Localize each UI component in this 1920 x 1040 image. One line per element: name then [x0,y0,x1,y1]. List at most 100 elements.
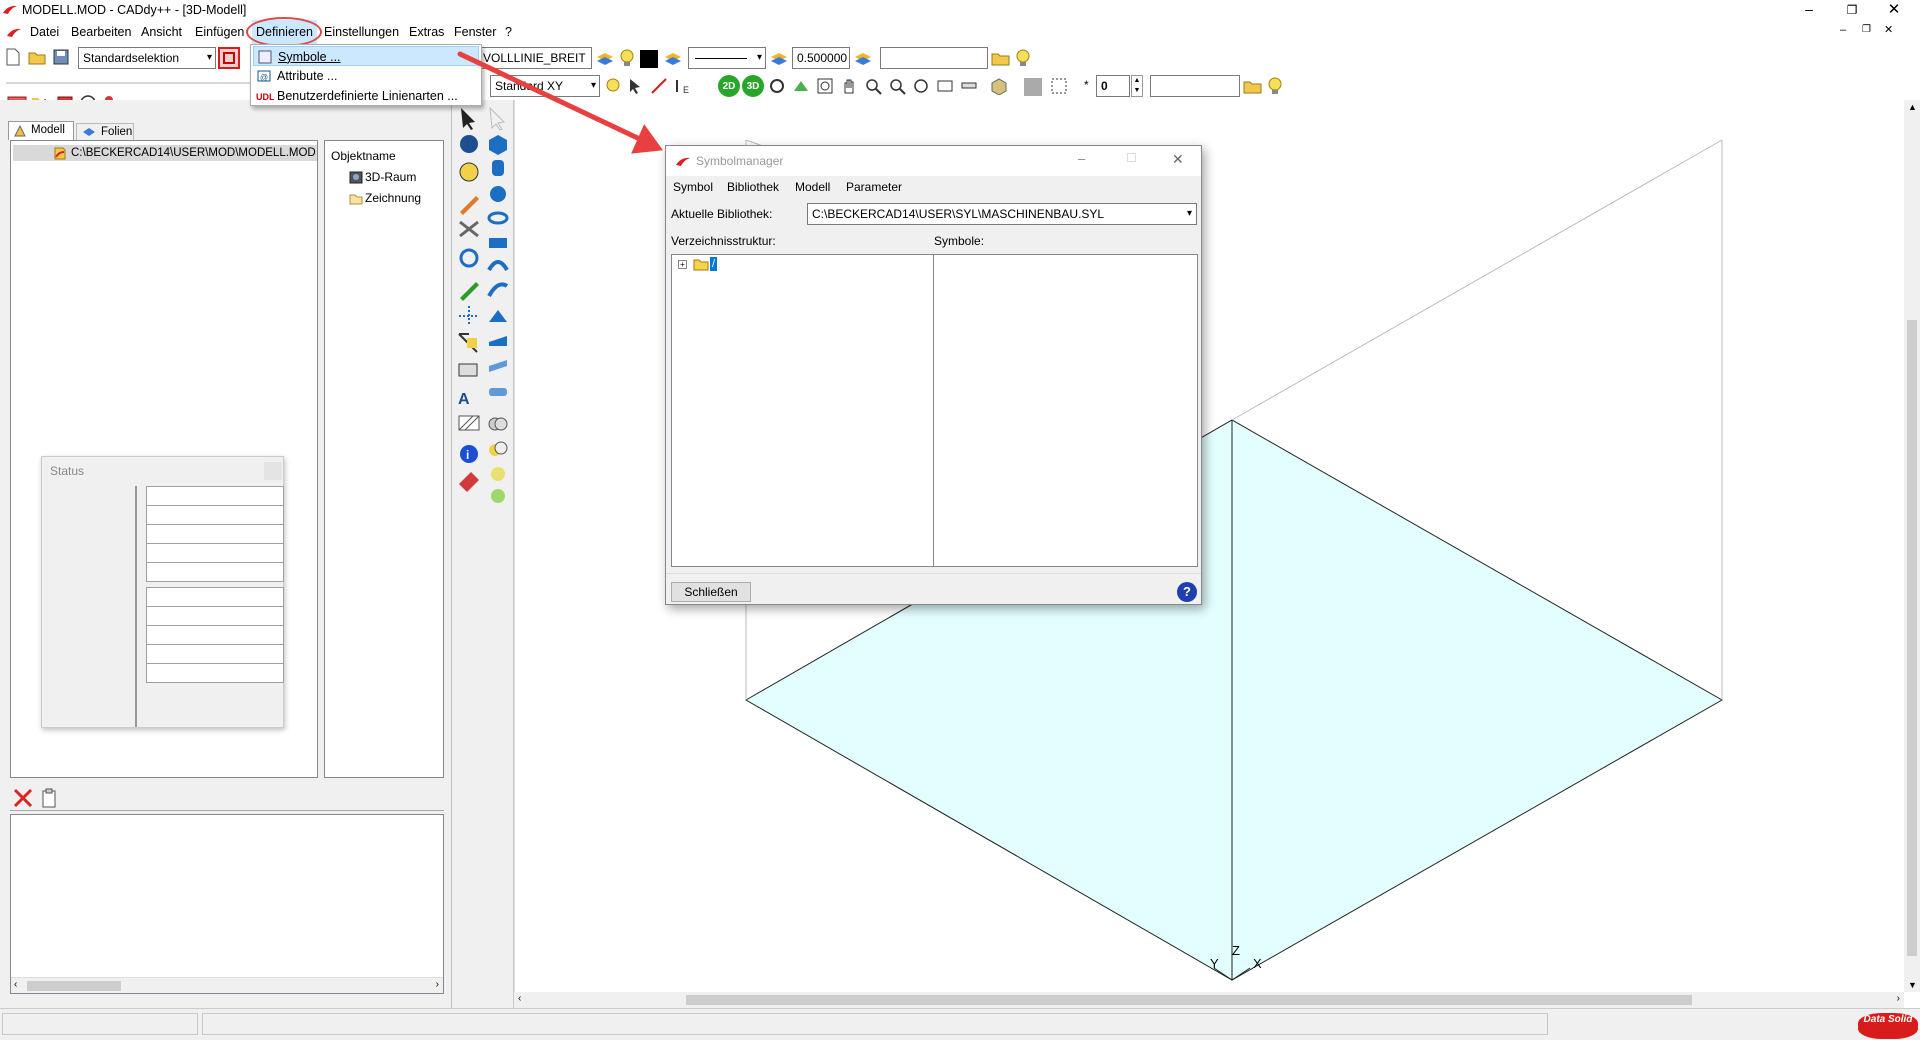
perspective-icon[interactable] [790,75,812,97]
menu-extras[interactable]: Extras [405,20,448,44]
tools-icon[interactable] [459,220,479,238]
dimension-tool-icon[interactable] [459,306,479,326]
dialog-minimize-icon[interactable]: – [1078,151,1085,166]
dialog-menu-bibliothek[interactable]: Bibliothek [727,180,779,194]
object-item-3d-raum[interactable]: 3D-Raum [349,170,416,184]
gray-swatch[interactable] [1024,78,1042,96]
clipboard-icon[interactable] [38,787,60,809]
save-icon[interactable] [50,46,72,68]
tree-folder-icon[interactable] [693,257,709,271]
menu-einstellungen[interactable]: Einstellungen [320,20,403,44]
cone-tool-icon[interactable] [489,310,507,322]
ruler-icon[interactable] [958,75,980,97]
help-icon[interactable]: ? [1177,582,1197,602]
menu-item-symbole[interactable]: Symbole ... [253,46,479,66]
tree-root-item[interactable]: C:\BECKERCAD14\USER\MOD\MODELL.MOD [13,145,317,161]
scroll-down-icon[interactable]: ▼ [1908,980,1917,990]
mdi-minimize-icon[interactable]: – [1840,24,1846,36]
boolean-subtract-icon[interactable] [489,441,508,456]
minimize-icon[interactable]: – [1795,0,1823,20]
viewport-vscrollbar[interactable]: ▲ ▼ [1904,100,1920,992]
wedge-tool-icon[interactable] [489,336,507,346]
scroll-left-icon[interactable]: ‹ [14,979,17,990]
measure-tool-icon[interactable] [458,363,478,377]
object-item-zeichnung[interactable]: Zeichnung [349,191,421,205]
menu-item-linienarten[interactable]: UDL Benutzerdefinierte Linienarten ... [253,86,479,106]
layer-name-field[interactable] [880,47,988,69]
menu-item-attribute[interactable]: @ Attribute ... [253,66,479,86]
library-dropdown[interactable]: C:\BECKERCAD14\USER\SYL\MASCHINENBAU.SYL… [807,203,1197,225]
symbols-list[interactable] [933,254,1198,567]
ring-tool-icon[interactable] [487,260,509,272]
menu-help[interactable]: ? [501,20,516,44]
delete-cross-icon[interactable] [12,787,34,809]
cycle-tool-icon[interactable] [459,248,479,268]
open-folder-icon[interactable] [26,46,48,68]
lightbulb-icon-3[interactable] [1264,75,1286,97]
boolean-union-icon[interactable] [488,417,508,431]
menu-datei[interactable]: Datei [26,20,63,44]
text-tool-icon[interactable]: A [458,391,470,408]
dialog-menu-modell[interactable]: Modell [795,180,830,194]
menu-bearbeiten[interactable]: Bearbeiten [67,20,135,44]
close-dialog-button[interactable]: Schließen [671,582,751,602]
scroll-left-icon[interactable]: ‹ [518,993,521,1004]
view-3d-button[interactable]: 3D [742,75,764,97]
spin-buttons[interactable]: ▲ ▼ [1131,75,1143,97]
viewport-vscroll-thumb[interactable] [1907,320,1917,956]
viewport-hscroll-thumb[interactable] [686,995,1692,1005]
output-scroll-thumb[interactable] [27,981,121,991]
green-pen-icon[interactable] [460,282,479,301]
torus-tool-icon[interactable] [487,211,509,225]
linewidth-field[interactable]: 0.500000 [792,47,850,69]
rotate-tool-icon[interactable] [459,162,479,182]
pipe-tool-icon[interactable] [489,388,507,396]
output-hscrollbar[interactable]: ‹ › [11,977,443,993]
status-close-button[interactable] [264,462,282,480]
dialog-menu-parameter[interactable]: Parameter [846,180,902,194]
menu-ansicht[interactable]: Ansicht [137,20,186,44]
layer-icon-3[interactable] [768,47,790,69]
info-icon[interactable]: i [460,445,478,463]
orbit-icon[interactable] [766,75,788,97]
sweep-tool-icon[interactable] [487,282,509,298]
viewport-hscrollbar[interactable]: ‹ › [514,992,1904,1008]
pencil-tool-icon[interactable] [460,196,479,215]
zoom-out-icon[interactable] [886,75,908,97]
zoom-window-icon[interactable] [814,75,836,97]
tree-expand-icon[interactable]: + [678,260,687,269]
menu-einfuegen[interactable]: Einfügen [191,20,248,44]
pan-hand-icon[interactable] [838,75,860,97]
ball-tool-icon[interactable] [490,186,506,202]
zoom-in-icon[interactable] [862,75,884,97]
zoom-prev-icon[interactable] [934,75,956,97]
hatch-tool-icon[interactable] [458,415,480,431]
boolean-green-icon[interactable] [491,489,505,503]
extrude-tool-icon[interactable] [489,238,507,248]
command-field[interactable] [1150,75,1240,97]
layer-icon-4[interactable] [852,47,874,69]
lightbulb-icon-2[interactable] [1012,47,1034,69]
tree-root-node[interactable]: / [710,257,718,271]
scroll-right-icon[interactable]: › [1897,993,1900,1004]
yellow-select-icon[interactable] [458,333,478,353]
number-spin-field[interactable]: 0 [1096,75,1130,97]
tab-modell[interactable]: Modell [8,121,74,140]
view-2d-button[interactable]: 2D [718,75,740,97]
scroll-up-icon[interactable]: ▲ [1908,102,1917,112]
select-red-icon[interactable] [218,47,240,69]
hatch-grid-icon[interactable] [1048,75,1070,97]
eraser-icon[interactable] [459,472,479,492]
boolean-intersect-icon[interactable] [491,467,505,481]
dialog-menu-symbol[interactable]: Symbol [673,180,713,194]
tab-folien[interactable]: Folien [76,123,134,140]
selection-dropdown[interactable]: Standardselektion ▾ [78,47,216,69]
slab-tool-icon[interactable] [489,360,507,372]
layer-folder-icon-2[interactable] [1242,75,1264,97]
cube-render-icon[interactable] [988,75,1010,97]
close-icon[interactable]: ✕ [1880,0,1908,20]
mdi-close-icon[interactable]: ✕ [1884,23,1893,36]
menu-fenster[interactable]: Fenster [450,20,500,44]
dialog-close-icon[interactable]: ✕ [1172,151,1184,168]
zoom-all-icon[interactable] [910,75,932,97]
